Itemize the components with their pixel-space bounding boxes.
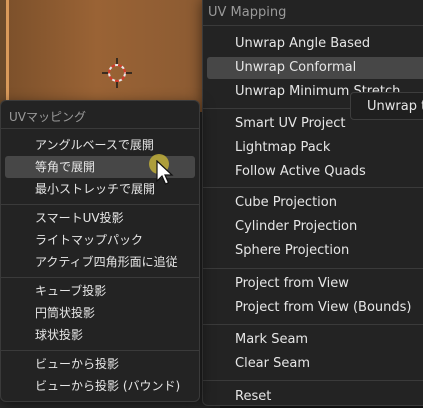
menu-item-project-from-view[interactable]: Project from View (207, 273, 423, 295)
menu-divider (1, 350, 199, 351)
menu-item-project-from-view[interactable]: ビューから投影 (5, 353, 195, 375)
menu-item-cube-projection[interactable]: Cube Projection (207, 192, 423, 214)
menu-item-clear-seam[interactable]: Clear Seam (207, 353, 423, 375)
menu-item-project-from-view-bounds[interactable]: ビューから投影 (バウンド) (5, 375, 195, 397)
uv-mapping-menu-en: UV Mapping Unwrap Angle Based Unwrap Con… (202, 0, 423, 406)
menu-item-follow-active-quads[interactable]: Follow Active Quads (207, 161, 423, 183)
menu-item-follow-active-quads[interactable]: アクティブ四角形面に追従 (5, 251, 195, 273)
menu-divider (1, 277, 199, 278)
3d-cursor-icon (102, 58, 132, 88)
menu-title: UV Mapping (208, 5, 287, 20)
menu-item-unwrap-angle-based[interactable]: Unwrap Angle Based (207, 33, 423, 55)
menu-divider (203, 25, 423, 26)
menu-item-cylinder-projection[interactable]: 円筒状投影 (5, 302, 195, 324)
menu-divider (1, 128, 199, 129)
uv-mapping-menu-ja: UVマッピング アングルベースで展開 等角で展開 最小ストレッチで展開 スマート… (0, 100, 200, 402)
menu-item-lightmap-pack[interactable]: ライトマップパック (5, 229, 195, 251)
menu-divider (203, 324, 423, 325)
menu-divider (1, 204, 199, 205)
menu-item-project-from-view-bounds[interactable]: Project from View (Bounds) (207, 297, 423, 319)
menu-item-unwrap-angle-based[interactable]: アングルベースで展開 (5, 134, 195, 156)
menu-item-sphere-projection[interactable]: 球状投影 (5, 324, 195, 346)
tooltip: Unwrap t (350, 92, 423, 120)
menu-item-reset[interactable]: Reset (207, 386, 423, 408)
menu-divider (203, 187, 423, 188)
menu-divider (203, 268, 423, 269)
menu-item-lightmap-pack[interactable]: Lightmap Pack (207, 137, 423, 159)
menu-title: UVマッピング (9, 110, 86, 124)
menu-item-mark-seam[interactable]: Mark Seam (207, 329, 423, 351)
menu-item-sphere-projection[interactable]: Sphere Projection (207, 240, 423, 262)
mouse-pointer-icon (156, 160, 174, 185)
menu-divider (203, 380, 423, 381)
menu-item-smart-uv-project[interactable]: スマートUV投影 (5, 207, 195, 229)
menu-item-cylinder-projection[interactable]: Cylinder Projection (207, 216, 423, 238)
menu-item-unwrap-conformal[interactable]: Unwrap Conformal (207, 57, 423, 79)
menu-item-cube-projection[interactable]: キューブ投影 (5, 280, 195, 302)
